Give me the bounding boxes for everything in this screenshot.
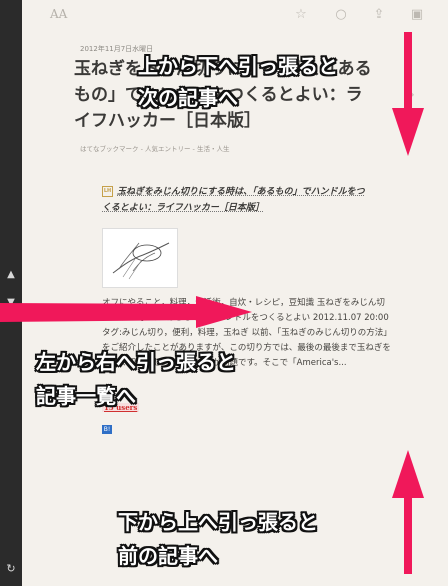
pull-up-hint: 下から上へ引っ張ると bbox=[118, 510, 318, 534]
next-article-hint: 次の記事へ bbox=[138, 86, 238, 110]
previous-article-hint: 前の記事へ bbox=[118, 544, 218, 568]
up-arrow-shaft bbox=[404, 490, 412, 574]
up-arrow-head bbox=[392, 450, 424, 498]
right-arrow-shaft bbox=[0, 303, 200, 322]
down-arrow-head bbox=[392, 108, 424, 156]
pull-down-hint: 上から下へ引っ張ると bbox=[138, 54, 338, 78]
right-arrow-head bbox=[196, 296, 252, 328]
pull-right-hint: 左から右へ引っ張ると bbox=[36, 350, 236, 374]
down-arrow-shaft bbox=[404, 32, 412, 120]
article-list-hint: 記事一覧へ bbox=[36, 384, 136, 408]
